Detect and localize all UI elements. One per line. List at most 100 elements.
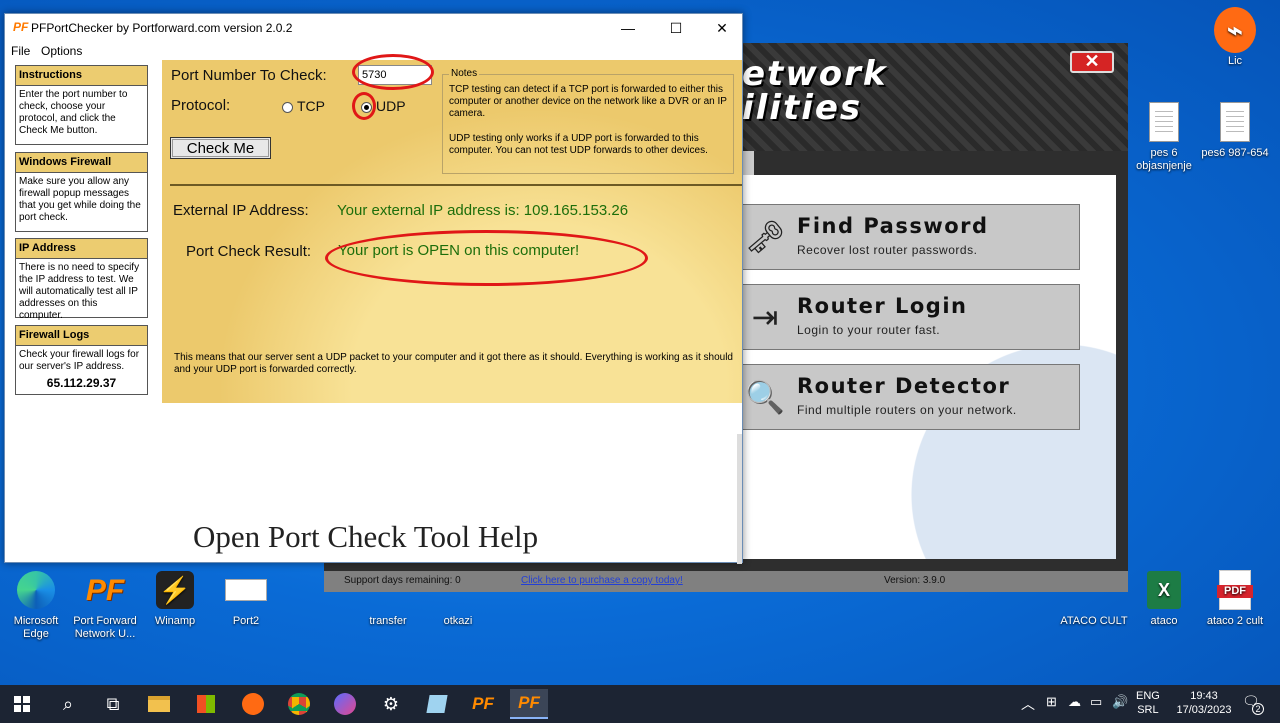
check-me-button[interactable]: Check Me [170,137,271,159]
desktop-icon-ataco[interactable]: X ataco [1128,568,1200,628]
sidebar-text: Make sure you allow any firewall popup m… [19,176,141,223]
purchase-link[interactable]: Click here to purchase a copy today! [521,575,683,586]
sidebar-text: Check your firewall logs for our server'… [19,349,140,372]
sidebar-header: IP Address [16,239,147,259]
sidebar-firewall-logs: Firewall Logs Check your firewall logs f… [15,325,148,395]
portforward-taskbar-icon[interactable]: PF [464,689,502,719]
button-subtitle: Recover lost router passwords. [797,243,978,257]
desktop-icon-pes6-987[interactable]: pes6 987-654 [1199,100,1271,160]
notepad-icon[interactable] [418,689,456,719]
store-icon[interactable] [187,689,225,719]
desktop-icon-label: ATACO CULT [1060,615,1128,627]
highlight-ring-udp [352,92,376,120]
server-ip: 65.112.29.37 [46,376,117,390]
tcp-radio[interactable] [282,102,293,113]
desktop-icon-label: otkazi [443,615,473,627]
notes-header: Notes [449,68,480,79]
tray-network-icon[interactable]: ⊞ [1046,694,1057,710]
port-result-label: Port Check Result: [186,243,312,260]
excel-icon: X [1147,571,1181,609]
desktop-icon-transfer[interactable]: transfer [352,592,424,628]
router-detector-button[interactable]: 🔍 Router Detector Find multiple routers … [740,364,1080,430]
lic-taskbar-icon[interactable] [234,689,272,719]
notification-count-badge: 2 [1252,703,1264,715]
keys-icon: 🗝 [745,219,786,255]
close-button[interactable]: ✕ [699,14,745,42]
router-login-button[interactable]: ⇥ Router Login Login to your router fast… [740,284,1080,350]
messenger-icon[interactable] [326,689,364,719]
window-title: PFPortChecker by Portforward.com version… [31,21,293,35]
taskbar: ⌕ ⧉ ⚙ PF PF ︿ ⊞ ☁ ▭ 🔊 ENG SRL 19:43 17/0… [0,685,1280,723]
desktop-icon-port2[interactable]: Port2 [210,568,282,628]
sidebar-instructions: Instructions Enter the port number to ch… [15,65,148,145]
search-icon[interactable]: ⌕ [49,689,87,719]
notes-udp-text: UDP testing only works if a UDP port is … [449,133,708,156]
tray-chevron-icon[interactable]: ︿ [1021,694,1035,714]
help-title: Open Port Check Tool Help [193,519,539,554]
sidebar-header: Instructions [16,66,147,86]
button-subtitle: Login to your router fast. [797,323,941,337]
result-explanation: This means that our server sent a UDP pa… [174,352,733,375]
notes-box: Notes TCP testing can detect if a TCP po… [442,68,734,174]
desktop-icon-label: ataco 2 cult [1206,615,1264,627]
button-title: Find Password [797,214,989,238]
highlight-ring-result [325,230,648,286]
clock[interactable]: 19:43 17/03/2023 [1170,689,1238,717]
network-utilities-title: etwork ilities [742,54,888,128]
status-bar-content: Support days remaining: 0 Click here to … [324,571,1128,592]
pdf-icon: PDF [1217,570,1253,610]
desktop-icon-edge[interactable]: Microsoft Edge [0,568,72,641]
login-arrow-icon: ⇥ [751,299,779,335]
image-file-icon [225,579,267,601]
keyboard-language[interactable]: ENG SRL [1136,689,1160,717]
protocol-label: Protocol: [171,97,231,114]
find-password-button[interactable]: 🗝 Find Password Recover lost router pass… [740,204,1080,270]
sidebar-ip-address: IP Address There is no need to specify t… [15,238,148,321]
maximize-button[interactable]: ☐ [653,14,699,42]
title-bar[interactable]: PF PFPortChecker by Portforward.com vers… [5,14,742,42]
lic-app-icon: ⌁ [1214,7,1256,53]
winamp-icon: ⚡ [156,571,194,609]
tray-volume-icon[interactable]: 🔊 [1112,694,1128,710]
desktop-icon-portforward[interactable]: PF Port Forward Network U... [69,568,141,641]
desktop-icon-label: Port2 [232,615,260,627]
start-button[interactable] [3,689,41,719]
button-title: Router Detector [797,374,1011,398]
menu-options[interactable]: Options [41,44,82,58]
desktop-icon-pes6-objasnjenje[interactable]: pes 6 objasnjenje [1128,100,1200,173]
magnifier-icon: 🔍 [745,379,785,415]
desktop-icon-label: Microsoft Edge [13,615,59,640]
sidebar-text: Enter the port number to check, choose y… [19,89,128,136]
divider [170,184,742,186]
task-view-icon[interactable]: ⧉ [94,689,132,719]
desktop-icon-otkazi[interactable]: otkazi [422,592,494,628]
highlight-ring-port [352,54,434,90]
notes-tcp-text: TCP testing can detect if a TCP port is … [449,84,727,119]
edge-icon [17,571,55,609]
desktop-icon-lic[interactable]: ⌁ Lic [1199,7,1271,68]
menu-file[interactable]: File [11,44,30,58]
desktop-icon-label: ataco [1150,615,1178,627]
portforward-icon: PF [85,573,125,607]
network-utilities-tab[interactable] [742,151,754,175]
external-ip-value: Your external IP address is: 109.165.153… [337,202,629,219]
minimize-button[interactable]: — [605,14,651,42]
sidebar-text: There is no need to specify the IP addre… [19,262,140,321]
pfportchecker-taskbar-icon[interactable]: PF [510,689,548,719]
desktop-icon-label: pes6 987-654 [1201,147,1269,159]
desktop-icon-winamp[interactable]: ⚡ Winamp [139,568,211,628]
scrollbar[interactable] [737,434,742,564]
file-explorer-icon[interactable] [140,689,178,719]
desktop-icon-ataco-cult[interactable]: ATACO CULT [1052,592,1136,628]
desktop-icon-label: Winamp [154,615,196,627]
tray-wifi-icon[interactable]: ▭ [1090,694,1102,710]
network-utilities-close-button[interactable]: ✕ [1070,51,1114,73]
sidebar-windows-firewall: Windows Firewall Make sure you allow any… [15,152,148,232]
desktop-icon-ataco2[interactable]: PDF ataco 2 cult [1199,568,1271,628]
tray-onedrive-icon[interactable]: ☁ [1068,694,1081,710]
sidebar-header: Firewall Logs [16,326,147,346]
chrome-icon[interactable] [280,689,318,719]
settings-gear-icon[interactable]: ⚙ [372,689,410,719]
button-title: Router Login [797,294,968,318]
desktop-icon-label: pes 6 objasnjenje [1136,147,1192,172]
